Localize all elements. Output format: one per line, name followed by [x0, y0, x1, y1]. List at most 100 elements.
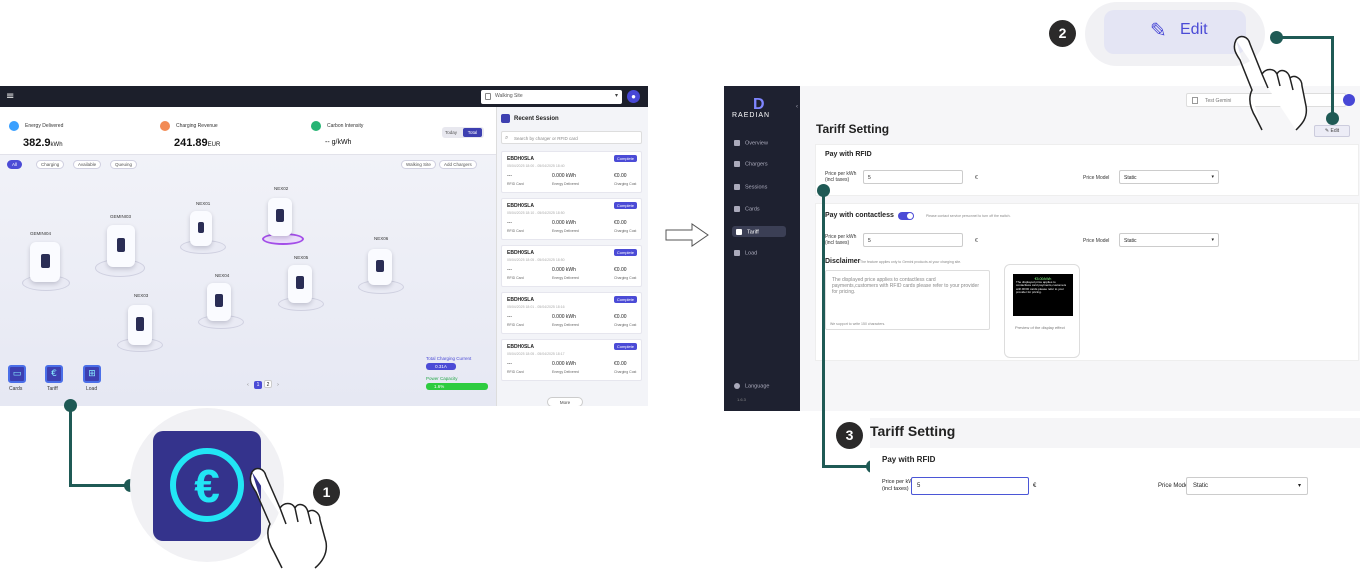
hand-pointer-icon — [249, 467, 328, 569]
step-number: 2 — [1049, 20, 1076, 47]
pencil-icon: ✎ — [1150, 18, 1167, 42]
charger-nex04[interactable] — [207, 283, 231, 321]
next-page-icon[interactable]: › — [274, 381, 282, 389]
filter-all[interactable]: All — [7, 160, 23, 169]
charger-nex03[interactable] — [128, 305, 152, 345]
callout-dot — [64, 399, 77, 412]
charger-nex01[interactable] — [190, 211, 212, 246]
section-title: Pay with RFID — [825, 151, 872, 158]
filter-queuing[interactable]: Queuing — [110, 160, 138, 169]
cost-value: €0.00 — [614, 173, 627, 179]
rfid-price-input[interactable]: 5 — [911, 477, 1029, 495]
user-avatar[interactable]: ● — [627, 90, 640, 103]
section-title: Pay with contactless — [825, 212, 894, 219]
session-search-input[interactable]: ⌕ Search by charger or RFID card — [501, 131, 642, 144]
charger-nex06[interactable] — [368, 249, 392, 285]
arrow-right-icon — [665, 223, 709, 247]
tariff-euro-icon[interactable]: € — [45, 365, 63, 383]
price-model-select[interactable]: Static ▾ — [1119, 233, 1219, 247]
load-icon[interactable]: ⊞ — [83, 365, 101, 383]
cost-label: Charging Cost — [614, 229, 637, 233]
nav-language[interactable]: Language — [734, 383, 769, 389]
menu-icon[interactable]: ≡ — [6, 91, 14, 102]
status-badge: Complete — [613, 155, 637, 162]
walking-site-button[interactable]: Walking Site — [401, 160, 436, 169]
tariff-icon — [736, 229, 742, 235]
logo-mark: D — [753, 96, 765, 113]
page-title: Tariff Setting — [816, 122, 890, 136]
callout-line — [822, 190, 825, 468]
edit-label: Edit — [1180, 21, 1208, 38]
card-value: --- — [507, 314, 512, 320]
status-badge: Complete — [613, 296, 637, 303]
search-icon: ⌕ — [505, 135, 509, 141]
card-type: RFID Card — [507, 370, 524, 374]
price-model-select[interactable]: Static ▾ — [1119, 170, 1219, 184]
nav-sessions[interactable]: Sessions — [734, 184, 767, 190]
stat-value: -- g/kWh — [325, 139, 352, 146]
filter-charging[interactable]: Charging — [36, 160, 65, 169]
collapse-icon[interactable]: ‹ — [796, 104, 798, 110]
disclaimer-textarea[interactable]: The displayed price applies to contactle… — [825, 270, 990, 330]
field-label: Price Model — [1158, 483, 1190, 489]
chevron-down-icon: ▾ — [1211, 237, 1214, 243]
charger-gemini04[interactable] — [30, 242, 60, 282]
add-chargers-button[interactable]: Add Chargers — [439, 160, 477, 169]
price-model-select[interactable]: Static ▾ — [1186, 477, 1308, 495]
tariff-setting-zoomed: Tariff Setting Pay with RFID Price per k… — [870, 418, 1360, 516]
session-card[interactable]: EBDH0SLA Complete 05/04/2025 18:10 - 05/04… — [501, 198, 642, 240]
cards-icon[interactable]: ▭ — [8, 365, 26, 383]
contactless-price-input[interactable]: 5 — [863, 233, 963, 247]
session-card[interactable]: EBDH0SLA Complete 05/04/2025 18:05 - 05/04… — [501, 245, 642, 287]
charger-label: GEMINI04 — [30, 231, 52, 236]
stat-unit: kWh — [50, 142, 63, 148]
rfid-price-input[interactable]: 5 — [863, 170, 963, 184]
section-title: Pay with RFID — [882, 455, 936, 464]
card-type: RFID Card — [507, 323, 524, 327]
cost-value: €0.00 — [614, 361, 627, 367]
stats-bar: Energy Delivered 382.9kWh Charging Reven… — [0, 107, 496, 155]
sidebar: D RAEDIAN ‹ Overview Chargers Sessions C… — [724, 86, 800, 411]
card-type: RFID Card — [507, 229, 524, 233]
prev-page-icon[interactable]: ‹ — [244, 381, 252, 389]
load-icon — [734, 250, 740, 256]
session-card[interactable]: EBDH0SLA Complete 05/04/2025 18:05 - 05/04… — [501, 339, 642, 381]
stat-value: 382.9 — [23, 137, 51, 149]
currency-label: € — [1033, 483, 1037, 489]
contactless-toggle[interactable] — [898, 212, 914, 220]
bottom-nav-label: Cards — [9, 386, 23, 392]
charger-nex02[interactable] — [268, 198, 292, 236]
callout-line — [1331, 36, 1334, 118]
recent-session-title: Recent Session — [501, 114, 559, 123]
display-preview: €5.00/kWh The displayed price applies to… — [1004, 264, 1080, 358]
site-select[interactable]: Walking Site ▾ — [481, 90, 622, 104]
nav-cards[interactable]: Cards — [734, 206, 760, 212]
euro-icon: € — [170, 448, 244, 522]
site-floor-map: All Charging Available Queuing Walking S… — [0, 155, 496, 406]
today-tab[interactable]: Today — [445, 130, 457, 135]
filter-available[interactable]: Available — [73, 160, 102, 169]
more-button[interactable]: More — [547, 397, 583, 406]
user-avatar[interactable] — [1343, 94, 1355, 106]
card-value: --- — [507, 220, 512, 226]
page-1[interactable]: 1 — [254, 381, 262, 389]
nav-chargers[interactable]: Chargers — [734, 161, 768, 167]
page-2[interactable]: 2 — [264, 380, 272, 388]
total-tab[interactable]: Total — [463, 128, 482, 137]
charger-gemini03[interactable] — [107, 225, 135, 267]
contactless-panel: Pay with contactless Please contact serv… — [815, 203, 1359, 361]
nav-tariff[interactable]: Tariff — [732, 226, 786, 237]
nav-overview[interactable]: Overview — [734, 140, 768, 146]
session-time: 05/04/2025 18:10 - 05/04/2025 18:50 — [507, 211, 565, 215]
edit-button[interactable]: ✎ Edit — [1314, 125, 1350, 137]
session-card[interactable]: EBDH0SLA Complete 05/04/2025 18:01 - 05/04… — [501, 292, 642, 334]
nav-load[interactable]: Load — [734, 250, 757, 256]
edit-button-zoomed[interactable]: ✎ Edit — [1104, 10, 1246, 54]
field-label: (incl taxes) — [825, 177, 850, 183]
logo: RAEDIAN — [732, 112, 771, 119]
version: 1.6.3 — [737, 397, 746, 402]
charger-nex05[interactable] — [288, 265, 312, 303]
session-card[interactable]: EBDH0SLA Complete 05/04/2025 18:00 - 05/04… — [501, 151, 642, 193]
field-label: Price Model — [1083, 175, 1110, 181]
stat-title: Energy Delivered — [25, 123, 64, 129]
